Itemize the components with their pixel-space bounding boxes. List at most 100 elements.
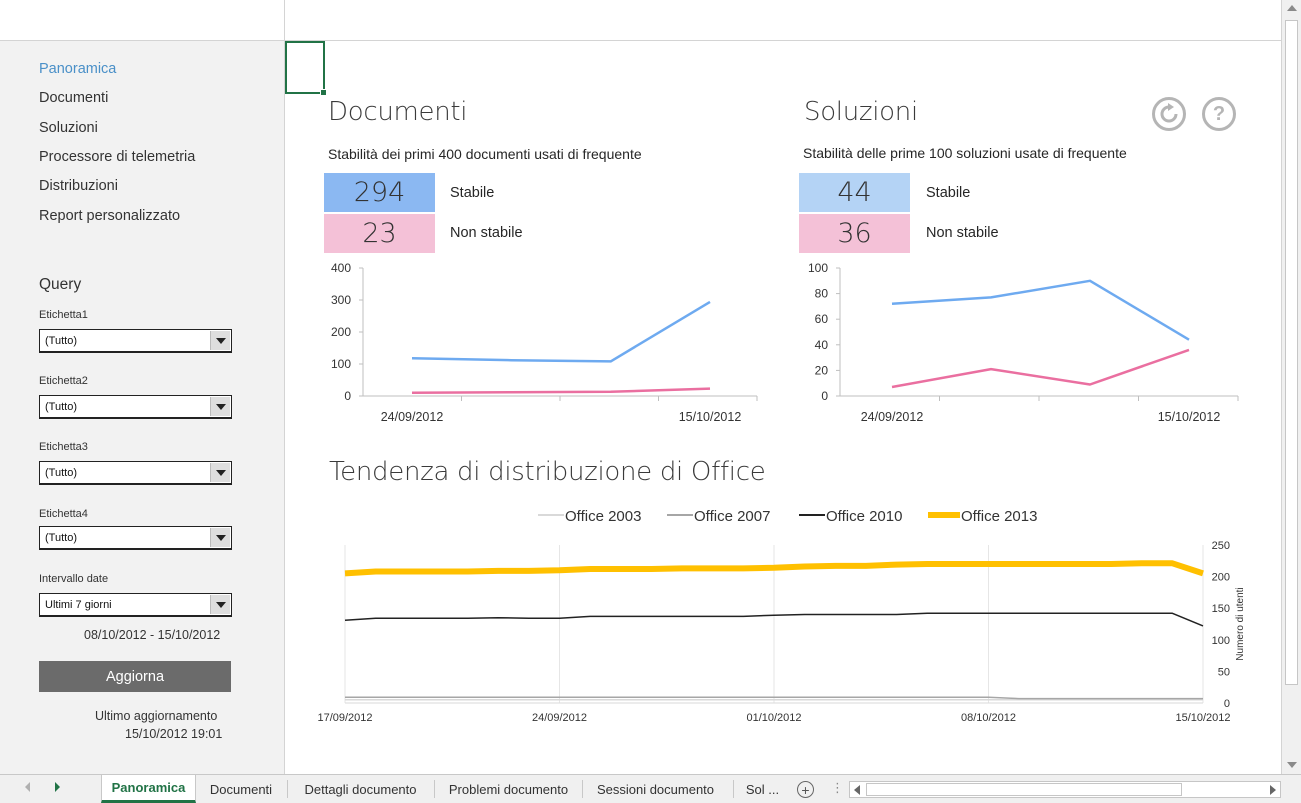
- vertical-scrollbar[interactable]: [1281, 0, 1301, 774]
- y-tick-label: 60: [815, 312, 829, 326]
- solutions-stable-label: Stabile: [926, 185, 971, 201]
- y-tick-label: 200: [331, 325, 351, 339]
- tab-splitter-icon[interactable]: ⋮: [831, 780, 844, 796]
- y-tick-label: 300: [331, 293, 351, 307]
- chevron-down-icon[interactable]: [210, 528, 230, 547]
- series-line-stabile: [411, 300, 711, 363]
- refresh-button[interactable]: Aggiorna: [39, 661, 231, 692]
- sidebar: Panoramica Documenti Soluzioni Processor…: [0, 41, 285, 774]
- solutions-unstable-label: Non stabile: [926, 225, 999, 241]
- scroll-down-icon[interactable]: [1287, 762, 1297, 768]
- series-line-non-stabile: [891, 348, 1190, 389]
- y-tick-label: 150: [1212, 603, 1230, 615]
- x-tick-label: 17/09/2012: [317, 712, 372, 724]
- y-tick-label: 100: [808, 261, 828, 275]
- x-tick-label: 15/10/2012: [1158, 410, 1221, 424]
- solutions-stability-chart: 0 20 40 60 80 100 24/09/2012 15/10/2012: [808, 261, 1239, 424]
- y-tick-label: 20: [815, 363, 829, 377]
- filter-label-etichetta4: Etichetta4: [39, 508, 88, 520]
- solutions-subtitle: Stabilità delle prime 100 soluzioni usat…: [803, 145, 1127, 161]
- formula-area: [0, 0, 1281, 41]
- x-tick-label: 15/10/2012: [1175, 712, 1230, 724]
- filter-label-etichetta2: Etichetta2: [39, 375, 88, 387]
- scrollbar-thumb[interactable]: [1285, 20, 1298, 685]
- x-tick-label: 24/09/2012: [381, 410, 444, 424]
- select-value: (Tutto): [45, 401, 77, 413]
- documents-unstable-label: Non stabile: [450, 225, 523, 241]
- add-sheet-icon[interactable]: +: [797, 781, 814, 798]
- scroll-right-icon[interactable]: [1270, 785, 1276, 795]
- y-axis-label: Numero di utenti: [1235, 587, 1246, 660]
- filter-label-etichetta3: Etichetta3: [39, 441, 88, 453]
- tab-documenti[interactable]: Documenti: [196, 775, 286, 803]
- tab-dettagli-documento[interactable]: Dettagli documento: [288, 775, 433, 803]
- y-tick-label: 0: [821, 389, 828, 403]
- selected-cell[interactable]: [285, 41, 327, 96]
- hscroll-thumb[interactable]: [866, 783, 1182, 796]
- help-icon[interactable]: ?: [1202, 97, 1236, 131]
- documents-stability-chart: 0 100 200 300 400 24/09/2012 15/10/2012: [331, 261, 758, 424]
- documents-unstable-count: 23: [324, 214, 435, 253]
- nav-item-panoramica[interactable]: Panoramica: [39, 61, 116, 77]
- select-value: (Tutto): [45, 467, 77, 479]
- nav-item-distribuzioni[interactable]: Distribuzioni: [39, 178, 118, 194]
- x-tick-label: 08/10/2012: [961, 712, 1016, 724]
- x-tick-label: 15/10/2012: [679, 410, 742, 424]
- nav-item-processore[interactable]: Processore di telemetria: [39, 149, 195, 165]
- tab-panoramica[interactable]: Panoramica: [101, 775, 196, 803]
- refresh-icon[interactable]: [1152, 97, 1186, 131]
- documents-stable-count: 294: [324, 173, 435, 212]
- y-tick-label: 250: [1212, 540, 1230, 552]
- chevron-down-icon[interactable]: [210, 331, 230, 350]
- scroll-left-icon[interactable]: [854, 785, 860, 795]
- solutions-unstable-count: 36: [799, 214, 910, 253]
- tab-scroll-right-icon[interactable]: [55, 782, 60, 792]
- scroll-up-icon[interactable]: [1287, 5, 1297, 11]
- documents-subtitle: Stabilità dei primi 400 documenti usati …: [328, 146, 642, 162]
- y-tick-label: 80: [815, 287, 829, 301]
- filter-select-etichetta3[interactable]: (Tutto): [39, 461, 232, 485]
- y-tick-label: 100: [1212, 635, 1230, 647]
- tab-problemi-documento[interactable]: Problemi documento: [435, 775, 582, 803]
- date-range-text: 08/10/2012 - 15/10/2012: [84, 628, 221, 642]
- legend-label-office-2010: Office 2010: [826, 508, 902, 525]
- nav-item-report[interactable]: Report personalizzato: [39, 208, 180, 224]
- tab-sessioni-documento[interactable]: Sessioni documento: [583, 775, 728, 803]
- filter-select-etichetta2[interactable]: (Tutto): [39, 395, 232, 419]
- sheet-tab-bar: Panoramica Documenti Dettagli documento …: [0, 774, 1301, 803]
- chevron-down-icon[interactable]: [210, 595, 230, 614]
- solutions-title: Soluzioni: [804, 97, 918, 127]
- y-tick-label: 0: [344, 389, 351, 403]
- nav-item-documenti[interactable]: Documenti: [39, 90, 108, 106]
- filter-select-etichetta1[interactable]: (Tutto): [39, 329, 232, 353]
- solutions-stable-count: 44: [799, 173, 910, 212]
- x-tick-label: 24/09/2012: [532, 712, 587, 724]
- nav-item-soluzioni[interactable]: Soluzioni: [39, 120, 98, 136]
- help-glyph: ?: [1212, 103, 1226, 125]
- filter-select-etichetta4[interactable]: (Tutto): [39, 526, 232, 550]
- x-tick-label: 24/09/2012: [861, 410, 924, 424]
- legend-label-office-2013: Office 2013: [961, 508, 1037, 525]
- series-line-stabile: [891, 279, 1190, 341]
- documents-stable-label: Stabile: [450, 185, 495, 201]
- last-update-value: 15/10/2012 19:01: [125, 727, 223, 741]
- series-line-non-stabile: [411, 387, 711, 395]
- date-range-select[interactable]: Ultimi 7 giorni: [39, 593, 232, 617]
- tab-soluzioni-truncated[interactable]: Sol ...: [735, 775, 790, 803]
- filter-label-intervallo-date: Intervallo date: [39, 573, 109, 585]
- select-value: (Tutto): [45, 335, 77, 347]
- chevron-down-icon[interactable]: [210, 397, 230, 416]
- y-tick-label: 50: [1218, 666, 1230, 678]
- chevron-down-icon[interactable]: [210, 463, 230, 482]
- select-value: Ultimi 7 giorni: [45, 599, 112, 611]
- y-tick-label: 0: [1224, 698, 1230, 710]
- select-value: (Tutto): [45, 532, 77, 544]
- last-update-label: Ultimo aggiornamento: [95, 709, 218, 723]
- tab-scroll-left-icon[interactable]: [25, 782, 30, 792]
- trend-title: Tendenza di distribuzione di Office: [329, 457, 766, 487]
- y-tick-label: 100: [331, 357, 351, 371]
- query-title: Query: [39, 276, 82, 293]
- legend-label-office-2007: Office 2007: [694, 508, 770, 525]
- horizontal-scrollbar[interactable]: [849, 781, 1281, 798]
- legend-label-office-2003: Office 2003: [565, 508, 641, 525]
